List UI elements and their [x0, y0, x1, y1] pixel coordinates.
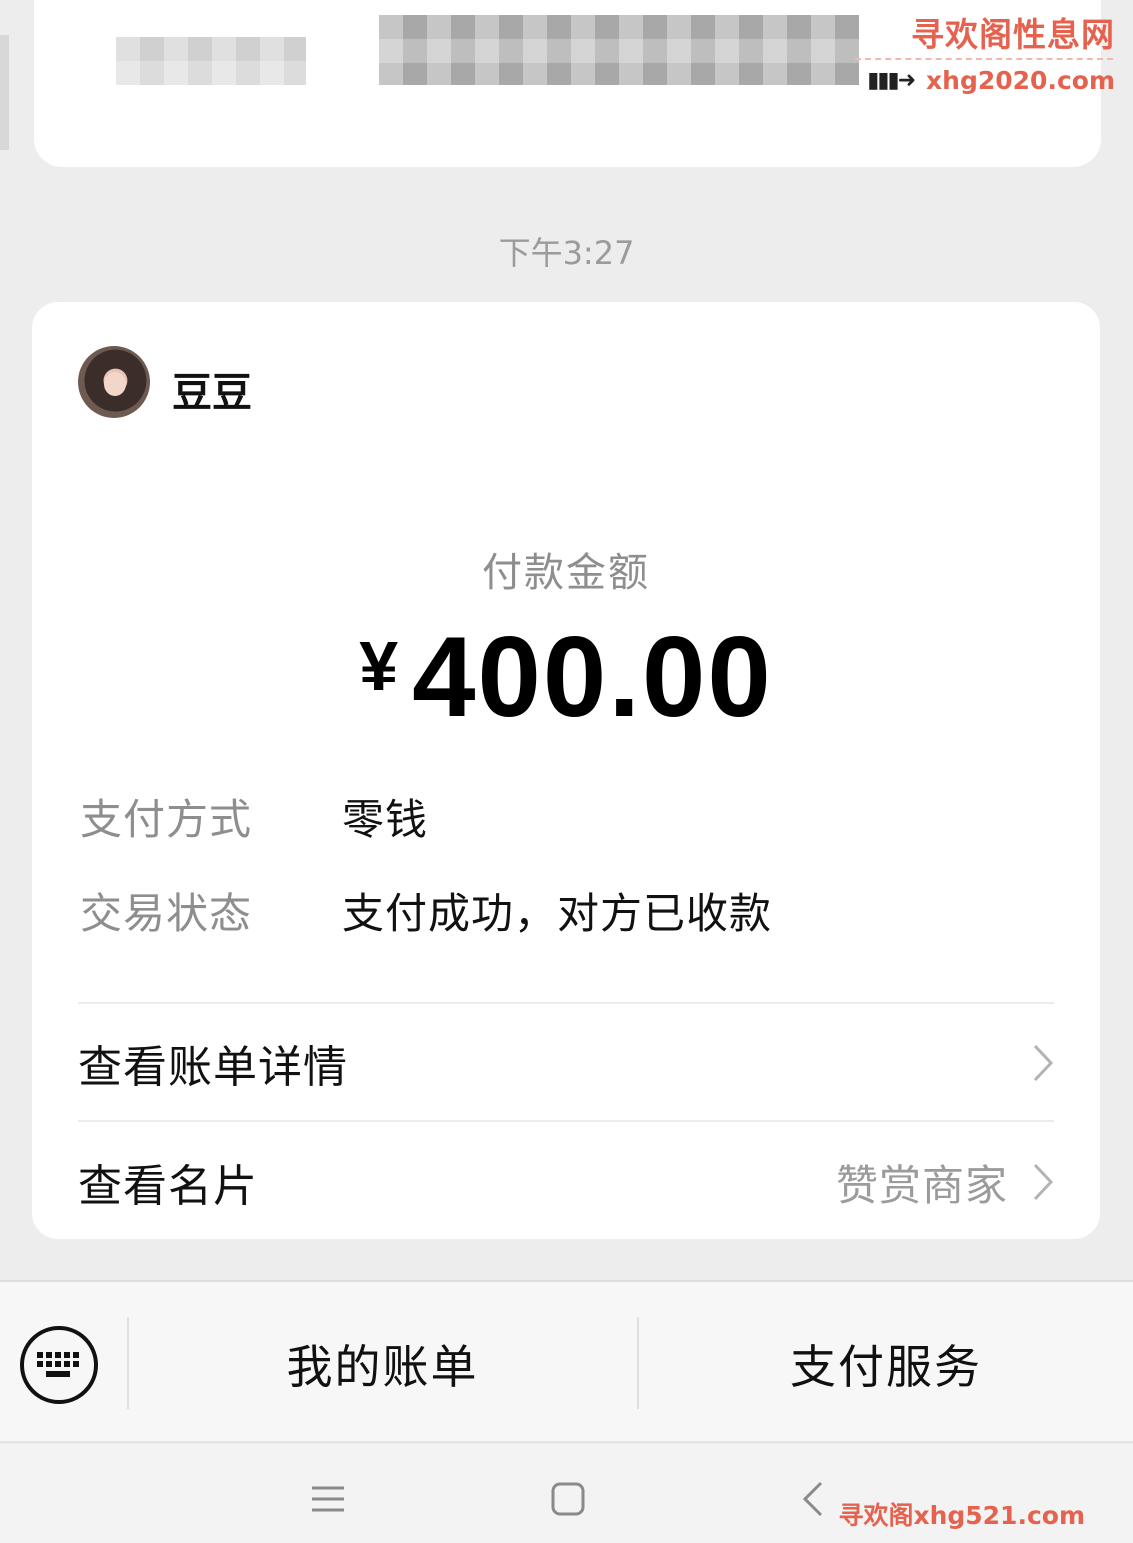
watermark-url-row: ▮▮▮➜ xhg2020.com — [867, 66, 1115, 95]
bottom-menu-bar: 我的账单 支付服务 — [0, 1280, 1133, 1443]
transaction-status-row: 交易状态 支付成功，对方已收款 — [80, 880, 772, 941]
blurred-text — [116, 37, 306, 85]
watermark-top: 寻欢阁性息网 ▮▮▮➜ xhg2020.com — [855, 8, 1115, 98]
amount: ¥400.00 — [32, 612, 1100, 743]
back-button[interactable] — [788, 1474, 838, 1524]
reward-merchant-label: 赞赏商家 — [835, 1160, 1008, 1210]
watermark-url: xhg2020.com — [926, 66, 1115, 95]
chevron-right-icon — [1033, 1044, 1054, 1082]
menu-icon — [312, 1486, 344, 1512]
payment-method-label: 支付方式 — [80, 795, 253, 844]
back-icon — [802, 1481, 823, 1517]
transaction-status-label: 交易状态 — [80, 889, 253, 938]
avatar[interactable] — [78, 346, 150, 418]
chevron-right-icon — [1033, 1163, 1054, 1201]
view-bill-details-label: 查看账单详情 — [78, 1042, 348, 1093]
chat-screen: 寻欢阁性息网 ▮▮▮➜ xhg2020.com 下午3:27 豆豆 付款金额 ¥… — [0, 0, 1133, 1543]
blurred-text — [379, 15, 859, 85]
divider — [78, 1002, 1054, 1004]
watermark-bottom: 寻欢阁xhg521.com — [838, 1501, 1085, 1530]
transaction-status-value: 支付成功，对方已收款 — [342, 889, 773, 938]
amount-value: 400.00 — [412, 614, 773, 741]
pay-services-menu[interactable]: 支付服务 — [639, 1282, 1133, 1445]
keyboard-toggle-button[interactable] — [20, 1326, 98, 1404]
divider — [78, 1120, 1054, 1122]
watermark-divider — [855, 58, 1113, 60]
view-business-card-label: 查看名片 — [78, 1161, 258, 1212]
view-business-card-link[interactable]: 查看名片 赞赏商家 — [78, 1142, 1054, 1222]
amount-label: 付款金额 — [482, 550, 650, 596]
scroll-edge — [0, 35, 9, 150]
keyboard-icon — [37, 1352, 79, 1377]
message-timestamp: 下午3:27 — [498, 234, 635, 272]
recent-apps-button[interactable] — [303, 1474, 353, 1524]
watermark-title: 寻欢阁性息网 — [911, 15, 1115, 54]
payment-card[interactable]: 豆豆 付款金额 ¥400.00 支付方式 零钱 交易状态 支付成功，对方已收款 … — [32, 302, 1100, 1239]
arrow-icon: ▮▮▮➜ — [867, 68, 916, 93]
home-button[interactable] — [543, 1474, 593, 1524]
payee-name: 豆豆 — [172, 370, 252, 416]
system-nav-bar: 寻欢阁xhg521.com — [0, 1444, 1133, 1543]
view-bill-details-link[interactable]: 查看账单详情 — [78, 1023, 1054, 1103]
payment-method-row: 支付方式 零钱 — [80, 786, 428, 847]
payment-method-value: 零钱 — [342, 795, 429, 844]
home-icon — [551, 1482, 585, 1516]
my-bills-menu[interactable]: 我的账单 — [128, 1282, 637, 1445]
currency-symbol: ¥ — [359, 627, 399, 705]
